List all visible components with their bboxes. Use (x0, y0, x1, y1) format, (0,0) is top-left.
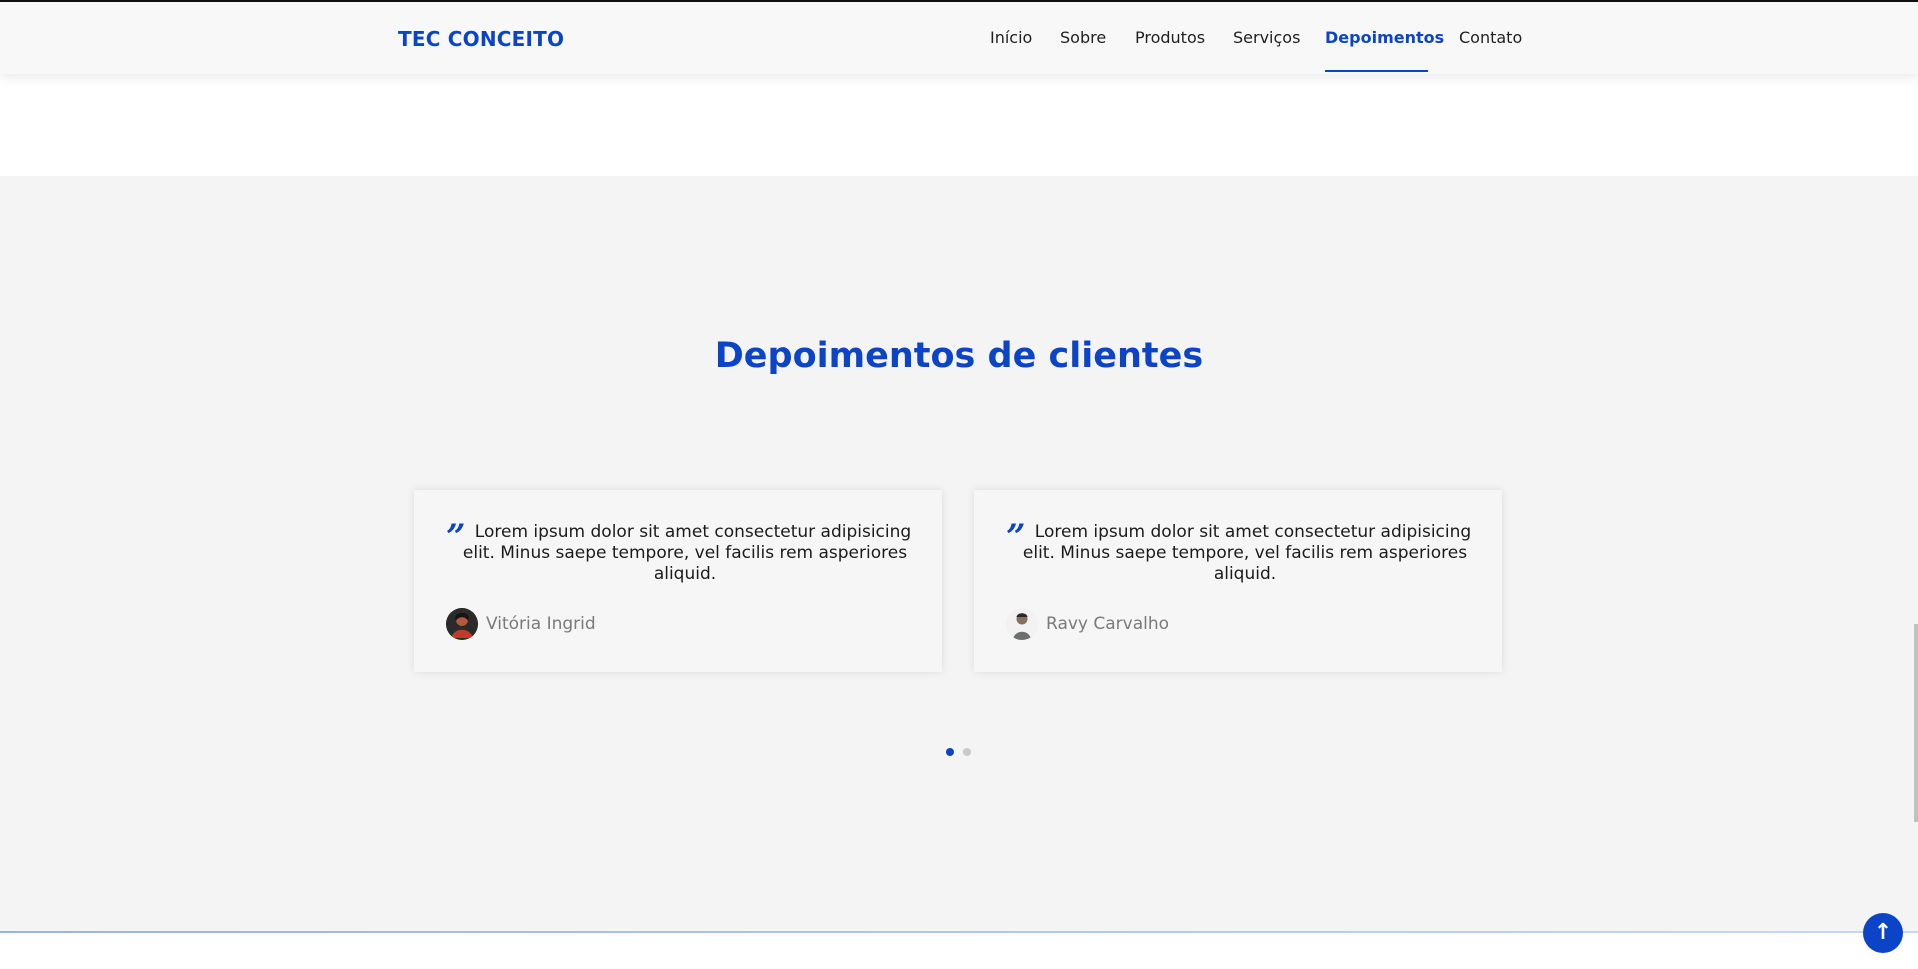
site-header: TEC CONCEITO Início Sobre Produtos Servi… (0, 2, 1918, 74)
nav-item-produtos[interactable]: Produtos (1135, 28, 1205, 47)
footer-divider (0, 931, 1918, 933)
testimonial-text: Lorem ipsum dolor sit amet consectetur a… (462, 522, 912, 584)
nav-item-depoimentos[interactable]: Depoimentos (1325, 28, 1444, 47)
author-name: Ravy Carvalho (1046, 614, 1170, 634)
nav-item-contato[interactable]: Contato (1459, 28, 1522, 47)
section-title: Depoimentos de clientes (714, 336, 1204, 376)
carousel-dot-2[interactable] (963, 748, 971, 756)
page-scrollbar[interactable] (1914, 624, 1918, 822)
testimonial-card: ” Lorem ipsum dolor sit amet consectetur… (414, 490, 942, 672)
arrow-up-icon: ↑ (1873, 920, 1893, 945)
carousel-dot-1[interactable] (946, 748, 954, 756)
back-to-top-button[interactable]: ↑ (1863, 913, 1903, 953)
testimonials-section (0, 176, 1918, 932)
active-nav-indicator (1325, 70, 1428, 72)
user-photo-icon (1006, 608, 1038, 640)
testimonial-text: Lorem ipsum dolor sit amet consectetur a… (1022, 522, 1472, 584)
testimonial-card: ” Lorem ipsum dolor sit amet consectetur… (974, 490, 1502, 672)
nav-item-inicio[interactable]: Início (990, 28, 1032, 47)
main-nav: Início Sobre Produtos Serviços Depoiment… (0, 2, 1918, 74)
nav-item-sobre[interactable]: Sobre (1060, 28, 1106, 47)
nav-item-servicos[interactable]: Serviços (1233, 28, 1300, 47)
author-name: Vitória Ingrid (486, 614, 596, 634)
user-photo-icon (446, 608, 478, 640)
